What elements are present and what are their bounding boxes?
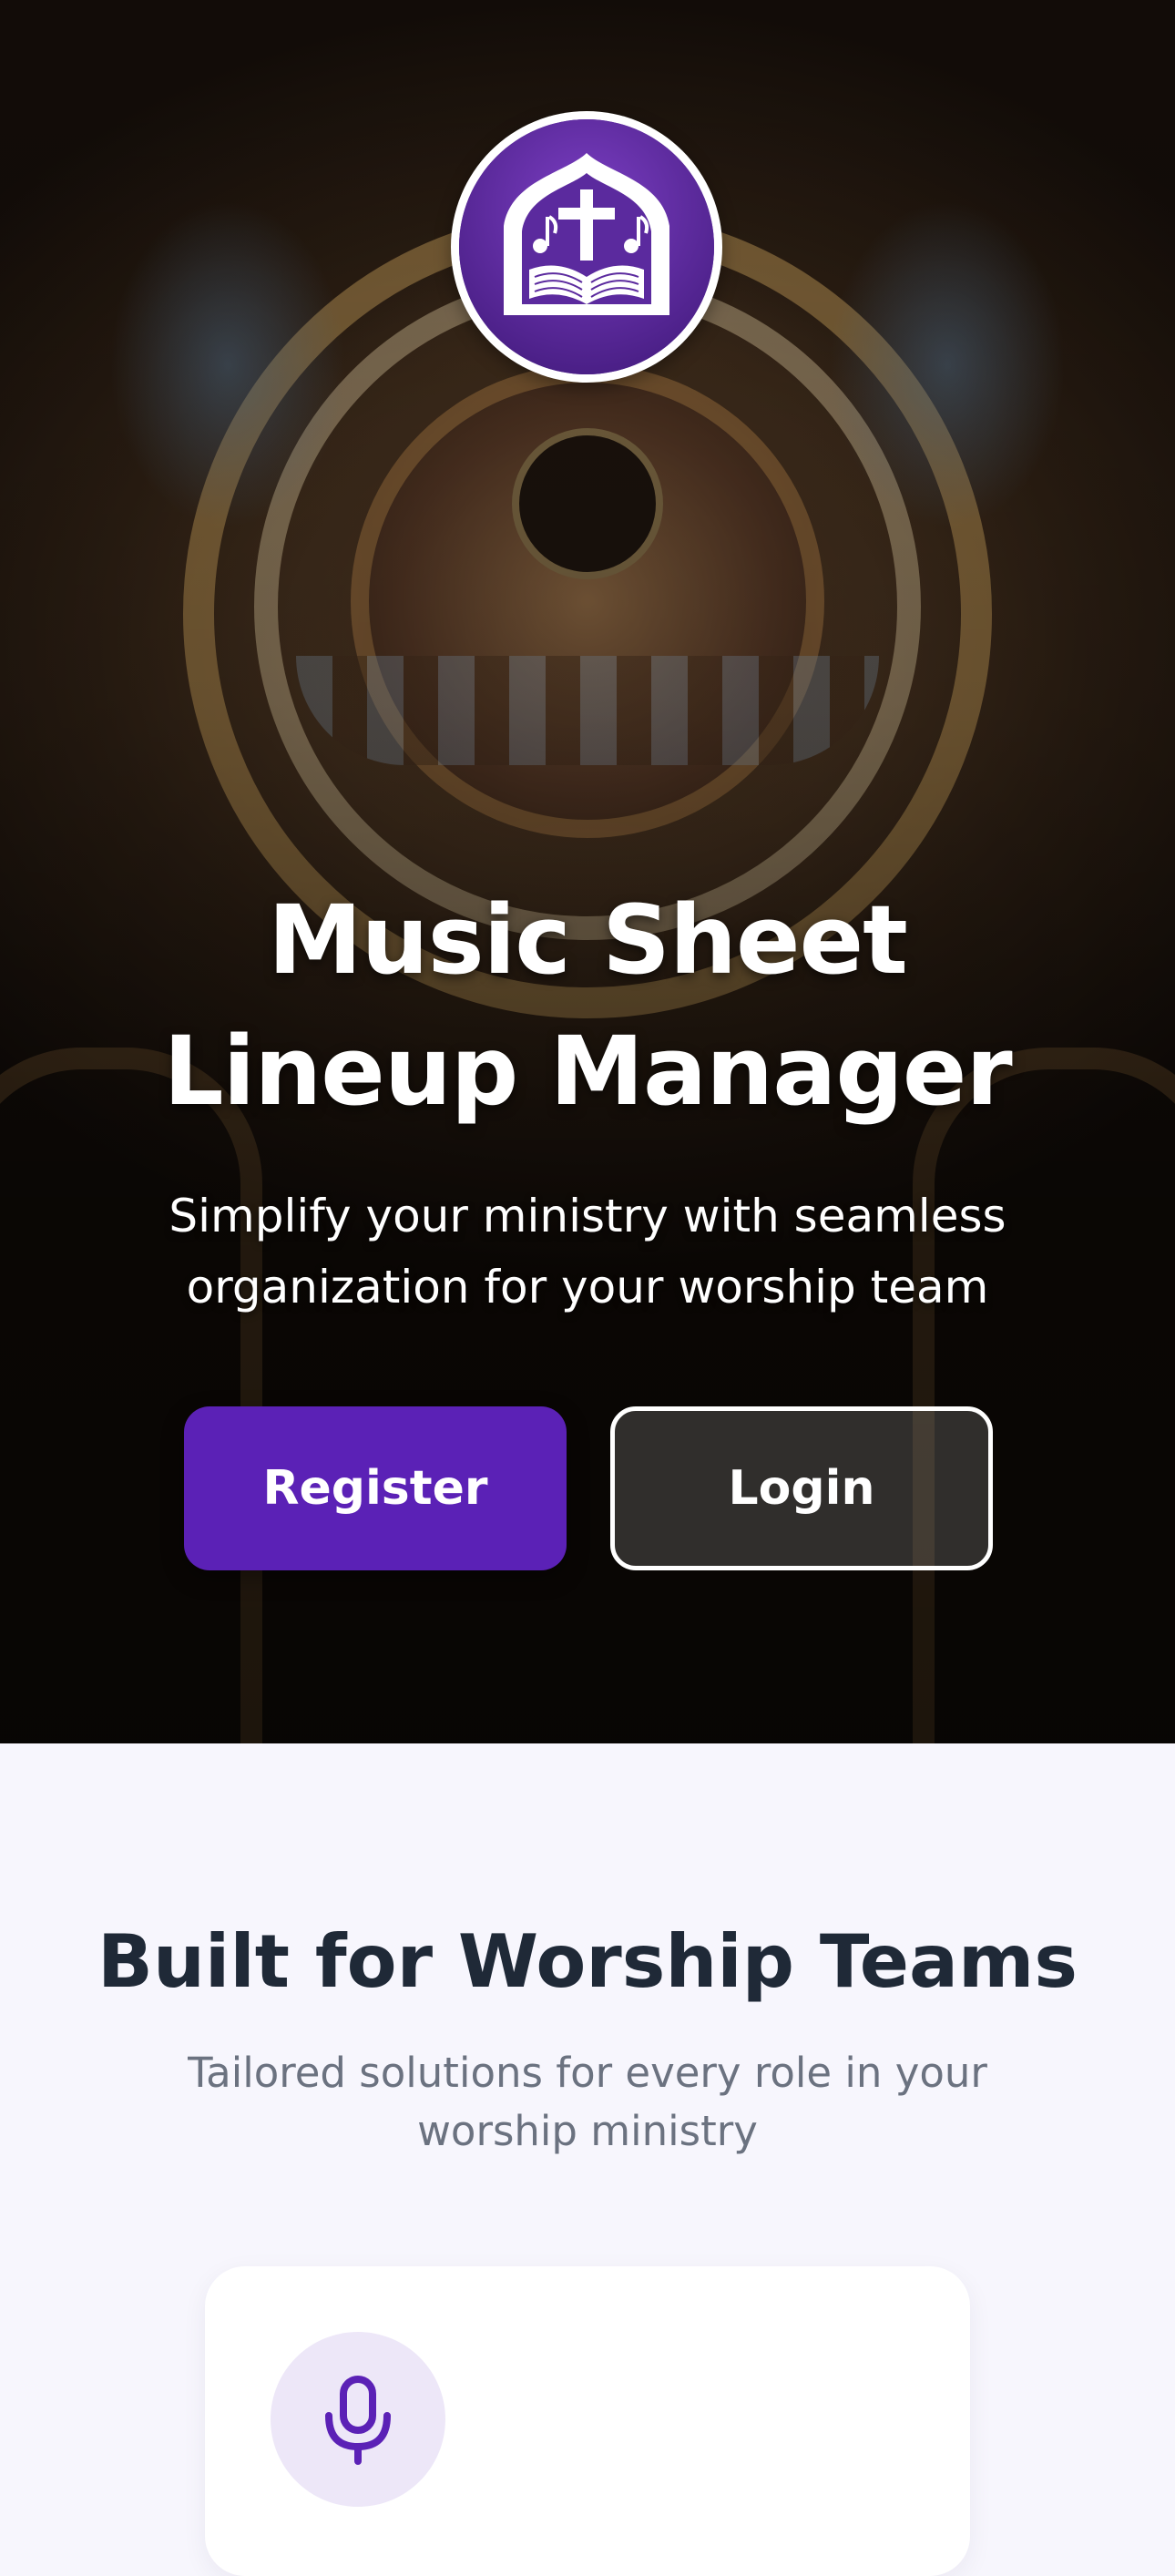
cross-music-book-icon xyxy=(459,119,714,374)
feature-card-icon-badge xyxy=(271,2332,445,2507)
login-button-label: Login xyxy=(728,1461,875,1516)
login-button[interactable]: Login xyxy=(610,1406,993,1570)
features-title: Built for Worship Teams xyxy=(97,1919,1078,2004)
feature-card xyxy=(205,2266,970,2576)
microphone-icon xyxy=(325,2376,391,2465)
hero-section: Music Sheet Lineup Manager Simplify your… xyxy=(0,0,1175,1743)
features-subtitle: Tailored solutions for every role in you… xyxy=(188,2049,987,2155)
register-button[interactable]: Register xyxy=(184,1406,567,1570)
features-section: Built for Worship Teams Tailored solutio… xyxy=(0,1743,1175,2576)
page-title: Music Sheet Lineup Manager xyxy=(163,884,1012,1127)
app-logo xyxy=(451,111,722,383)
hero-tagline: Simplify your ministry with seamless org… xyxy=(169,1190,1006,1314)
register-button-label: Register xyxy=(262,1461,488,1516)
